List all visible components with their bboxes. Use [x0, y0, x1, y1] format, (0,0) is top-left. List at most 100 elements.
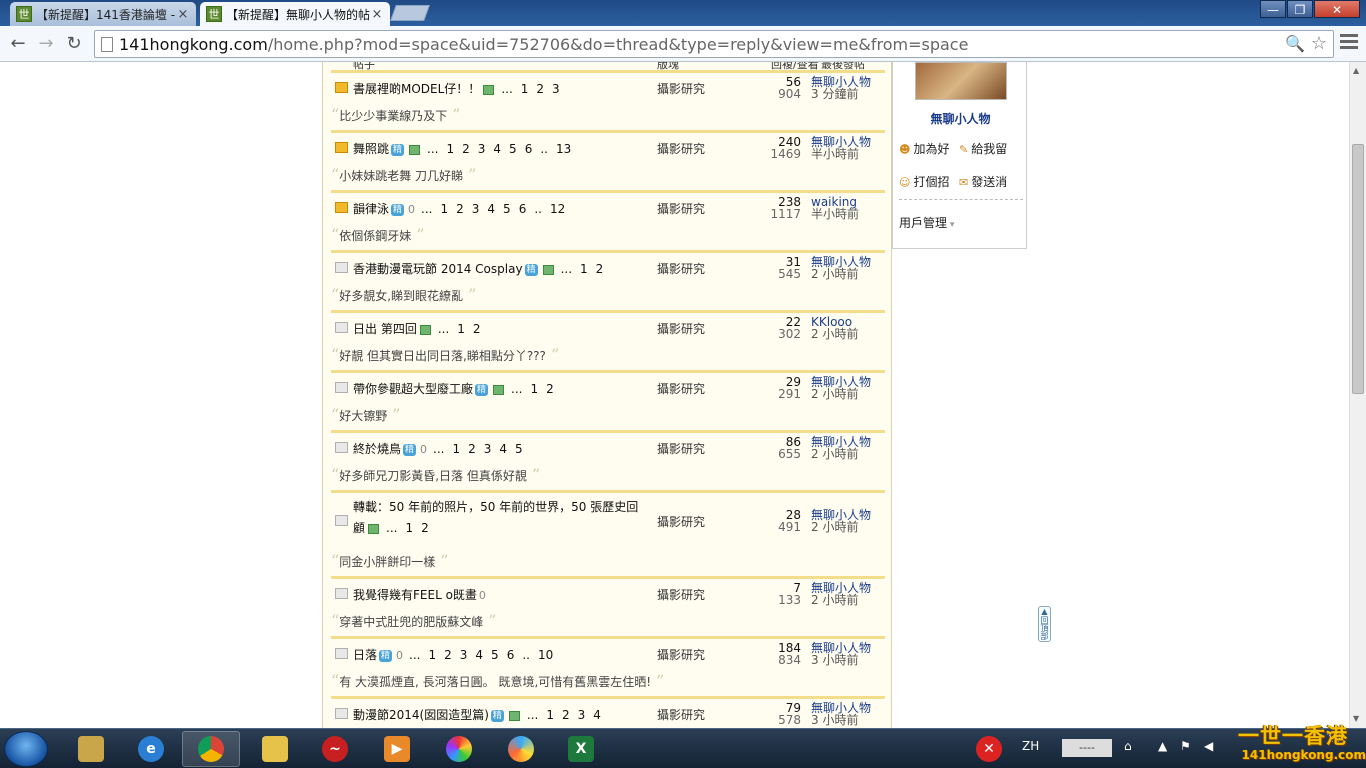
thread-subject[interactable]: 日出 第四回... 1 2: [353, 320, 485, 337]
forum-link[interactable]: 攝影研究: [657, 140, 705, 157]
page-link[interactable]: 3: [578, 708, 586, 722]
close-window-button[interactable]: ✕: [1314, 0, 1360, 18]
language-indicator[interactable]: ZH: [1022, 739, 1039, 753]
thread-title-link[interactable]: 書展裡啲MODEL仔！！: [353, 82, 480, 96]
thread-title-link[interactable]: 終於燒鳥: [353, 442, 401, 456]
page-link[interactable]: 2: [421, 521, 429, 535]
reload-button[interactable]: ↻: [62, 32, 86, 56]
url-text[interactable]: 141hongkong.com/home.php?mod=space&uid=7…: [119, 35, 968, 54]
page-link[interactable]: 6: [519, 202, 527, 216]
username-link[interactable]: 無聊小人物: [893, 110, 1028, 127]
page-link[interactable]: 2: [596, 262, 604, 276]
greet-link[interactable]: ☺ 打個招: [899, 173, 949, 190]
forum-link[interactable]: 攝影研究: [657, 200, 705, 217]
minimize-button[interactable]: —: [1260, 0, 1286, 18]
tab-close-icon[interactable]: ×: [176, 7, 190, 22]
send-message-link[interactable]: ✉ 發送消: [959, 173, 1007, 190]
thread-title-link[interactable]: 舞照跳: [353, 142, 389, 156]
zoom-icon[interactable]: 🔍: [1285, 34, 1305, 53]
page-link[interactable]: ...: [561, 262, 572, 276]
last-post-time[interactable]: 2 小時前: [811, 594, 871, 606]
tray-box[interactable]: ----: [1062, 739, 1112, 757]
user-manage-menu[interactable]: 用戶管理 ▾: [899, 214, 954, 231]
last-post-time[interactable]: 2 小時前: [811, 388, 871, 400]
tab-close-icon[interactable]: ×: [370, 7, 384, 22]
last-post-time[interactable]: 2 小時前: [811, 448, 871, 460]
tab-profile[interactable]: 世 【新提醒】無聊小人物的帖 ×: [200, 2, 390, 26]
chrome-menu-icon[interactable]: [1340, 34, 1358, 54]
thread-title-link[interactable]: 香港動漫電玩節 2014 Cosplay: [353, 262, 523, 276]
page-link[interactable]: 1: [446, 142, 454, 156]
last-post-time[interactable]: 3 分鐘前: [811, 88, 871, 100]
thread-subject[interactable]: 我覺得幾有FEEL o既畫 0: [353, 586, 488, 603]
last-post-time[interactable]: 2 小時前: [811, 268, 871, 280]
scroll-to-top-button[interactable]: ▲ 回頂部: [1038, 606, 1051, 642]
page-link[interactable]: 2: [546, 382, 554, 396]
bookmark-star-icon[interactable]: ☆: [1311, 33, 1327, 54]
scroll-down-icon[interactable]: ▼: [1353, 714, 1359, 723]
thread-title-link[interactable]: 日落: [353, 648, 377, 662]
page-link[interactable]: 10: [538, 648, 553, 662]
forum-link[interactable]: 攝影研究: [657, 440, 705, 457]
thread-subject[interactable]: 書展裡啲MODEL仔！！... 1 2 3: [353, 80, 564, 97]
forum-link[interactable]: 攝影研究: [657, 586, 705, 603]
taskbar-media-player[interactable]: ▶: [368, 731, 426, 767]
thread-subject[interactable]: 終於燒鳥精 0... 1 2 3 4 5: [353, 440, 527, 457]
scrollbar-thumb[interactable]: [1352, 144, 1364, 394]
thread-subject[interactable]: 動漫節2014(囡囡造型篇) 精... 1 2 3 4: [353, 706, 605, 723]
taskbar-app-red[interactable]: ~: [306, 731, 364, 767]
forum-link[interactable]: 攝影研究: [657, 260, 705, 277]
page-link[interactable]: 1: [546, 708, 554, 722]
page-link[interactable]: ...: [421, 202, 432, 216]
page-link[interactable]: 3: [484, 442, 492, 456]
tray-security[interactable]: ✕: [960, 731, 1018, 767]
page-link[interactable]: 1: [580, 262, 588, 276]
page-link[interactable]: 3: [552, 82, 560, 96]
page-link[interactable]: 5: [515, 442, 523, 456]
page-link[interactable]: ...: [409, 648, 420, 662]
page-link[interactable]: 1: [530, 382, 538, 396]
page-link[interactable]: ...: [438, 322, 449, 336]
thread-title-link[interactable]: 日出 第四回: [353, 322, 417, 336]
page-link[interactable]: ..: [540, 142, 548, 156]
page-link[interactable]: 1: [457, 322, 465, 336]
last-post-time[interactable]: 2 小時前: [811, 521, 871, 533]
page-link[interactable]: ...: [386, 521, 397, 535]
page-link[interactable]: ...: [433, 442, 444, 456]
thread-title-link[interactable]: 我覺得幾有FEEL o既畫: [353, 588, 477, 602]
page-link[interactable]: ...: [427, 142, 438, 156]
avatar[interactable]: [915, 62, 1007, 100]
page-link[interactable]: 2: [456, 202, 464, 216]
page-link[interactable]: 13: [556, 142, 571, 156]
page-link[interactable]: 6: [507, 648, 515, 662]
taskbar-color-app[interactable]: [492, 731, 550, 767]
taskbar-ie[interactable]: e: [122, 731, 180, 767]
page-link[interactable]: ..: [534, 202, 542, 216]
last-post-time[interactable]: 2 小時前: [811, 328, 858, 340]
address-bar[interactable]: 141hongkong.com/home.php?mod=space&uid=7…: [94, 30, 1334, 58]
page-link[interactable]: 4: [487, 202, 495, 216]
flag-icon[interactable]: ⚑: [1180, 739, 1191, 753]
network-icon[interactable]: ⌂: [1124, 739, 1132, 753]
page-link[interactable]: 1: [405, 521, 413, 535]
thread-subject[interactable]: 轉載：50 年前的照片，50 年前的世界，50 張歷史回顧... 1 2: [353, 497, 643, 539]
page-link[interactable]: 5: [503, 202, 511, 216]
page-link[interactable]: 2: [444, 648, 452, 662]
page-link[interactable]: 12: [550, 202, 565, 216]
taskbar-chrome[interactable]: [182, 731, 240, 767]
page-link[interactable]: 3: [460, 648, 468, 662]
page-link[interactable]: 1: [428, 648, 436, 662]
new-tab-button[interactable]: [390, 5, 430, 21]
page-link[interactable]: 4: [493, 142, 501, 156]
scroll-up-icon[interactable]: ▲: [1353, 66, 1359, 75]
forum-link[interactable]: 攝影研究: [657, 80, 705, 97]
page-link[interactable]: 2: [468, 442, 476, 456]
page-link[interactable]: 2: [473, 322, 481, 336]
thread-title-link[interactable]: 動漫節2014(囡囡造型篇): [353, 708, 489, 722]
last-post-time[interactable]: 3 小時前: [811, 714, 871, 726]
page-link[interactable]: 1: [452, 442, 460, 456]
page-link[interactable]: 2: [536, 82, 544, 96]
page-link[interactable]: ...: [527, 708, 538, 722]
thread-title-link[interactable]: 韻律泳: [353, 202, 389, 216]
page-link[interactable]: 1: [440, 202, 448, 216]
